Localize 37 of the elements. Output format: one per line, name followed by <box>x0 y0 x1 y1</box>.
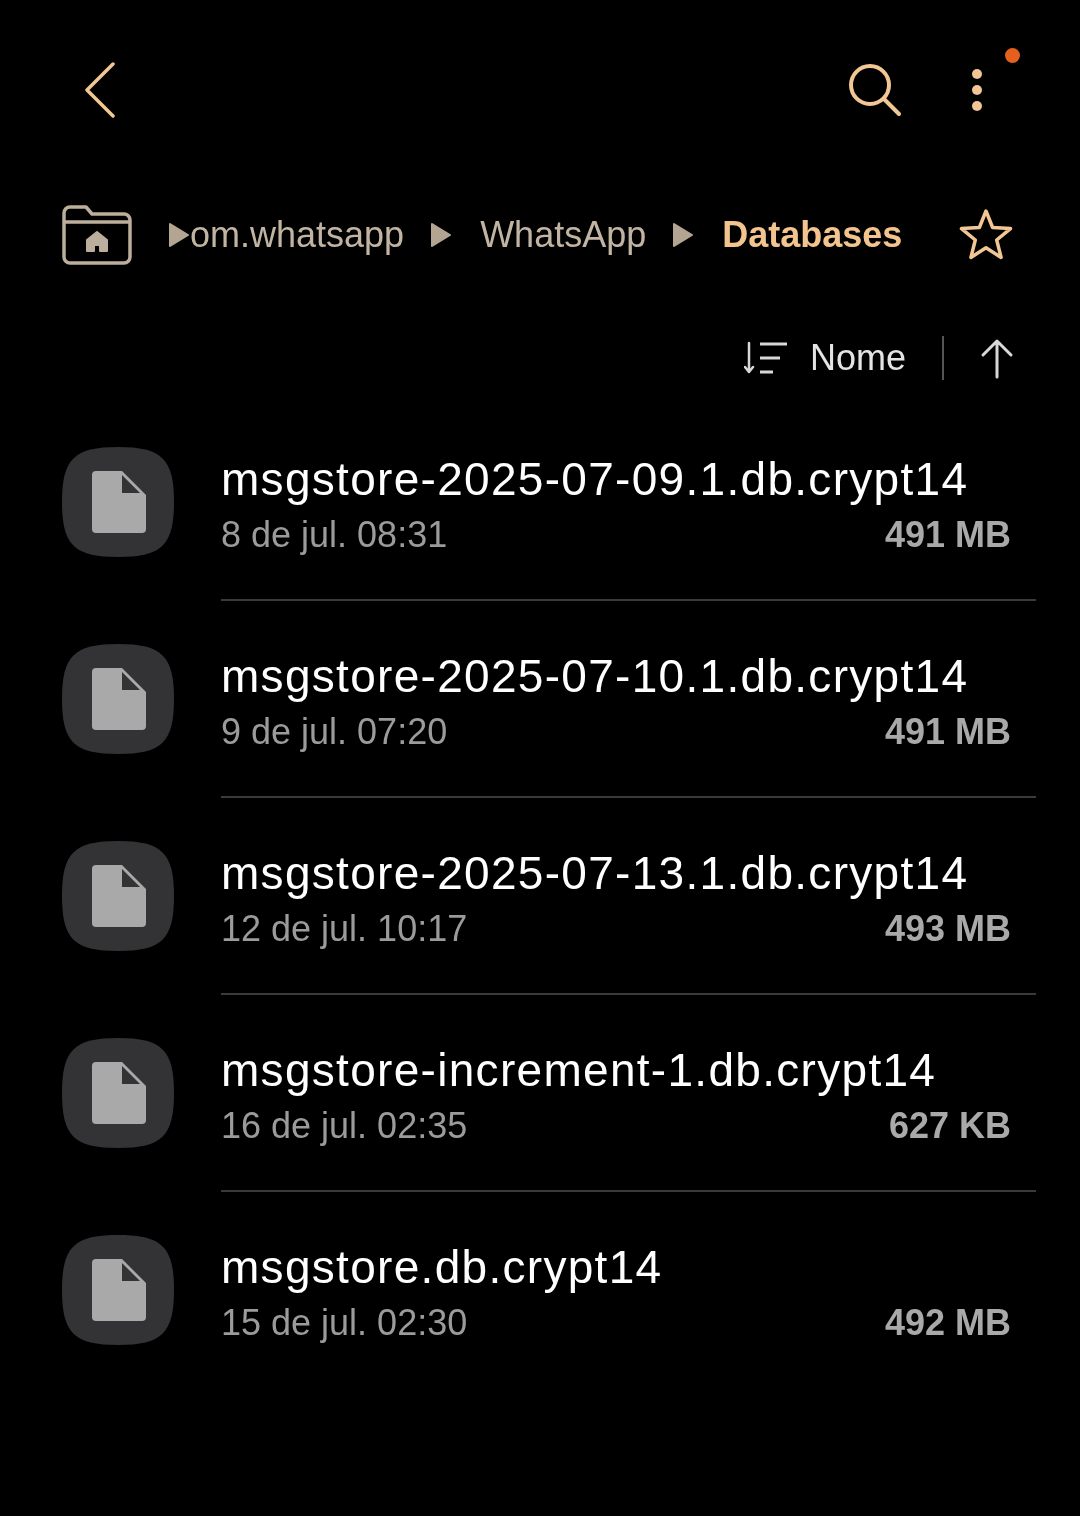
sort-icon <box>743 341 788 375</box>
more-options-icon <box>971 68 983 112</box>
back-chevron-icon <box>84 62 116 118</box>
file-icon <box>62 1235 174 1345</box>
breadcrumb-separator-icon <box>168 222 190 248</box>
file-date: 9 de jul. 07:20 <box>221 710 448 754</box>
file-icon <box>62 841 174 951</box>
breadcrumb-link[interactable]: om.whatsapp <box>190 213 405 257</box>
file-size: 491 MB <box>884 513 1011 557</box>
file-size: 493 MB <box>884 907 1011 951</box>
file-size: 492 MB <box>884 1301 1011 1345</box>
file-icon <box>62 1038 174 1148</box>
star-icon[interactable] <box>958 208 1014 262</box>
breadcrumb-link[interactable]: WhatsApp <box>480 213 647 257</box>
home-folder-icon <box>62 205 132 265</box>
file-size: 491 MB <box>884 710 1011 754</box>
file-icon <box>62 447 174 557</box>
file-size: 627 KB <box>888 1104 1011 1148</box>
breadcrumb-link[interactable]: Databases <box>722 213 903 257</box>
sort-by-button[interactable]: Nome <box>743 337 906 379</box>
search-button[interactable] <box>848 63 902 117</box>
up-arrow-icon[interactable] <box>980 337 1014 379</box>
file-name[interactable]: msgstore.db.crypt14 <box>221 1235 663 1295</box>
file-name[interactable]: msgstore-increment-1.db.crypt14 <box>221 1038 937 1098</box>
file-date: 12 de jul. 10:17 <box>221 907 468 951</box>
file-date: 15 de jul. 02:30 <box>221 1301 468 1345</box>
file-date: 16 de jul. 02:35 <box>221 1104 468 1148</box>
file-date: 8 de jul. 08:31 <box>221 513 448 557</box>
breadcrumb-separator-icon <box>672 222 695 248</box>
file-name[interactable]: msgstore-2025-07-09.1.db.crypt14 <box>221 447 969 507</box>
file-icon <box>62 644 174 754</box>
file-name[interactable]: msgstore-2025-07-10.1.db.crypt14 <box>221 644 969 704</box>
home-folder-button[interactable] <box>62 205 132 265</box>
file-name[interactable]: msgstore-2025-07-13.1.db.crypt14 <box>221 841 969 901</box>
breadcrumb-separator-icon <box>430 222 453 248</box>
back-button[interactable] <box>84 62 116 118</box>
search-icon <box>848 63 902 117</box>
